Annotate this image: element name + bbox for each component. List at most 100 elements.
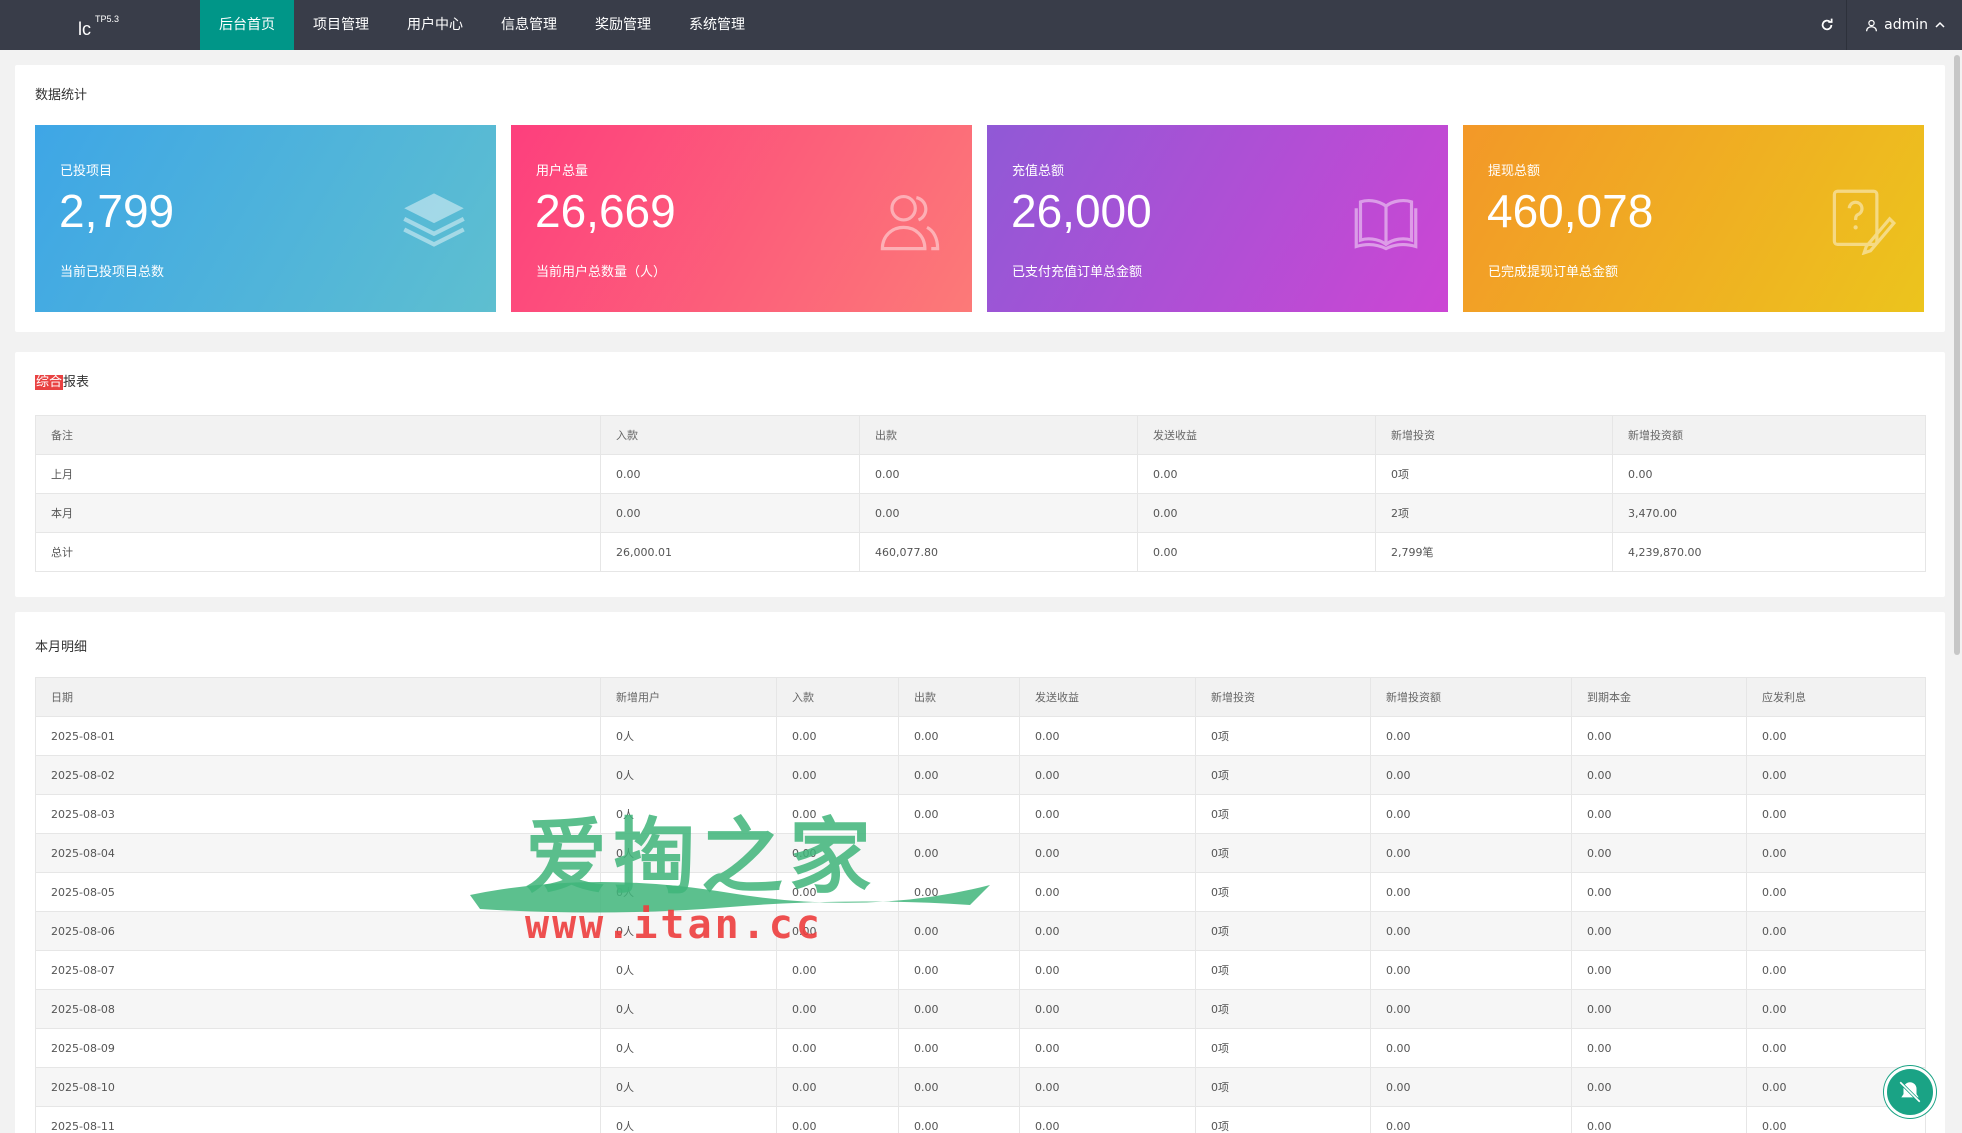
report-title-highlight: 综合 bbox=[35, 375, 64, 390]
nav-item-info[interactable]: 信息管理 bbox=[482, 0, 576, 50]
logo[interactable]: lc TP5.3 bbox=[78, 0, 119, 50]
table-cell: 0.00 bbox=[1019, 1067, 1196, 1107]
table-cell: 2025-08-11 bbox=[35, 1106, 601, 1133]
stat-value: 2,799 bbox=[59, 185, 175, 237]
table-cell: 0.00 bbox=[1019, 989, 1196, 1029]
stat-desc: 当前已投项目总数 bbox=[60, 265, 165, 280]
stat-card-recharge[interactable]: 充值总额 26,000 已支付充值订单总金额 bbox=[987, 125, 1448, 312]
table-cell: 2025-08-07 bbox=[35, 950, 601, 990]
table-row: 2025-08-08 0人 0.00 0.00 0.00 0项 0.00 0.00 0.00 bbox=[35, 989, 1926, 1029]
table-row: 本月 0.00 0.00 0.00 2项 3,470.00 bbox=[35, 493, 1926, 533]
table-cell: 0项 bbox=[1195, 950, 1371, 990]
table-cell: 2025-08-02 bbox=[35, 755, 601, 795]
main-nav: 后台首页 项目管理 用户中心 信息管理 奖励管理 系统管理 bbox=[200, 0, 764, 50]
table-cell: 2025-08-03 bbox=[35, 794, 601, 834]
stat-card-withdraw[interactable]: 提现总额 460,078 已完成提现订单总金额 bbox=[1463, 125, 1924, 312]
floating-action-button[interactable] bbox=[1884, 1066, 1936, 1118]
table-cell: 2025-08-06 bbox=[35, 911, 601, 951]
table-cell: 0.00 bbox=[859, 493, 1138, 533]
table-cell: 0.00 bbox=[1019, 872, 1196, 912]
table-cell: 0.00 bbox=[1571, 1067, 1747, 1107]
column-header: 入款 bbox=[600, 415, 860, 455]
table-cell: 0人 bbox=[600, 716, 777, 756]
table-cell: 0.00 bbox=[776, 794, 899, 834]
table-cell: 0项 bbox=[1195, 794, 1371, 834]
column-header: 新增投资 bbox=[1195, 677, 1371, 717]
logo-version: TP5.3 bbox=[95, 14, 120, 24]
table-cell: 0项 bbox=[1375, 454, 1613, 494]
nav-item-home[interactable]: 后台首页 bbox=[200, 0, 294, 50]
nav-item-rewards[interactable]: 奖励管理 bbox=[576, 0, 670, 50]
bell-off-icon bbox=[1899, 1081, 1921, 1103]
stat-card-users[interactable]: 用户总量 26,669 当前用户总数量（人） bbox=[511, 125, 972, 312]
table-cell: 0.00 bbox=[776, 872, 899, 912]
table-cell: 0.00 bbox=[1370, 1028, 1572, 1068]
table-cell: 0人 bbox=[600, 833, 777, 873]
table-cell: 0.00 bbox=[1019, 716, 1196, 756]
table-cell: 0.00 bbox=[898, 1106, 1020, 1133]
table-cell: 0项 bbox=[1195, 755, 1371, 795]
table-cell: 0.00 bbox=[898, 833, 1020, 873]
table-row: 2025-08-07 0人 0.00 0.00 0.00 0项 0.00 0.00 0.00 bbox=[35, 950, 1926, 990]
users-icon bbox=[880, 194, 940, 251]
table-cell: 2项 bbox=[1375, 493, 1613, 533]
user-icon bbox=[1866, 19, 1878, 31]
table-cell: 2025-08-09 bbox=[35, 1028, 601, 1068]
stat-desc: 已完成提现订单总金额 bbox=[1488, 265, 1619, 280]
table-cell: 2025-08-05 bbox=[35, 872, 601, 912]
table-cell: 0.00 bbox=[776, 716, 899, 756]
table-cell: 0.00 bbox=[776, 755, 899, 795]
nav-item-projects[interactable]: 项目管理 bbox=[294, 0, 388, 50]
table-cell: 0.00 bbox=[1370, 911, 1572, 951]
table-cell: 0.00 bbox=[1746, 1028, 1926, 1068]
table-row: 2025-08-10 0人 0.00 0.00 0.00 0项 0.00 0.00 0.00 bbox=[35, 1067, 1926, 1107]
table-row: 2025-08-05 0人 0.00 0.00 0.00 0项 0.00 0.00 0.00 bbox=[35, 872, 1926, 912]
table-cell: 0.00 bbox=[898, 755, 1020, 795]
report-table: 备注 入款 出款 发送收益 新增投资 新增投资额 上月 0.00 0.00 0.… bbox=[35, 415, 1926, 572]
table-cell: 0项 bbox=[1195, 1028, 1371, 1068]
table-cell: 0.00 bbox=[1370, 833, 1572, 873]
table-cell: 0.00 bbox=[1571, 911, 1747, 951]
table-cell: 0.00 bbox=[1571, 950, 1747, 990]
table-cell: 0.00 bbox=[1137, 454, 1376, 494]
table-cell: 上月 bbox=[35, 454, 601, 494]
table-cell: 0.00 bbox=[1746, 755, 1926, 795]
page-scrollbar[interactable] bbox=[1954, 55, 1960, 655]
table-cell: 0项 bbox=[1195, 989, 1371, 1029]
report-title: 综合报表 bbox=[35, 375, 89, 391]
stat-value: 460,078 bbox=[1487, 185, 1654, 237]
table-cell: 0.00 bbox=[1746, 911, 1926, 951]
table-cell: 0.00 bbox=[1137, 493, 1376, 533]
table-cell: 0.00 bbox=[1571, 872, 1747, 912]
table-cell: 4,239,870.00 bbox=[1612, 532, 1926, 572]
table-cell: 0.00 bbox=[1370, 716, 1572, 756]
stat-label: 已投项目 bbox=[60, 164, 113, 179]
table-cell: 0.00 bbox=[1019, 833, 1196, 873]
refresh-button[interactable] bbox=[1807, 0, 1848, 50]
report-card: 综合报表 备注 入款 出款 发送收益 新增投资 新增投资额 上月 0.00 0.… bbox=[15, 352, 1945, 597]
column-header: 备注 bbox=[35, 415, 601, 455]
table-cell: 0.00 bbox=[776, 911, 899, 951]
table-row: 2025-08-11 0人 0.00 0.00 0.00 0项 0.00 0.00 0.00 bbox=[35, 1106, 1926, 1133]
stat-desc: 已支付充值订单总金额 bbox=[1012, 265, 1143, 280]
column-header: 应发利息 bbox=[1746, 677, 1926, 717]
user-menu[interactable]: admin bbox=[1847, 0, 1962, 50]
nav-item-system[interactable]: 系统管理 bbox=[670, 0, 764, 50]
table-cell: 2,799笔 bbox=[1375, 532, 1613, 572]
nav-item-users[interactable]: 用户中心 bbox=[388, 0, 482, 50]
table-cell: 0.00 bbox=[776, 950, 899, 990]
table-row: 2025-08-02 0人 0.00 0.00 0.00 0项 0.00 0.00 0.00 bbox=[35, 755, 1926, 795]
table-cell: 0.00 bbox=[898, 1028, 1020, 1068]
stat-label: 用户总量 bbox=[536, 164, 589, 179]
stat-value: 26,000 bbox=[1011, 185, 1152, 237]
monthly-table: 日期 新增用户 入款 出款 发送收益 新增投资 新增投资额 到期本金 应发利息 … bbox=[35, 677, 1926, 1133]
table-cell: 0人 bbox=[600, 911, 777, 951]
table-cell: 0.00 bbox=[1370, 950, 1572, 990]
table-cell: 0.00 bbox=[776, 833, 899, 873]
stat-card-projects[interactable]: 已投项目 2,799 当前已投项目总数 bbox=[35, 125, 496, 312]
table-cell: 0.00 bbox=[1370, 794, 1572, 834]
column-header: 到期本金 bbox=[1571, 677, 1747, 717]
table-cell: 0.00 bbox=[1019, 1028, 1196, 1068]
table-cell: 0项 bbox=[1195, 872, 1371, 912]
monthly-title: 本月明细 bbox=[35, 640, 88, 655]
